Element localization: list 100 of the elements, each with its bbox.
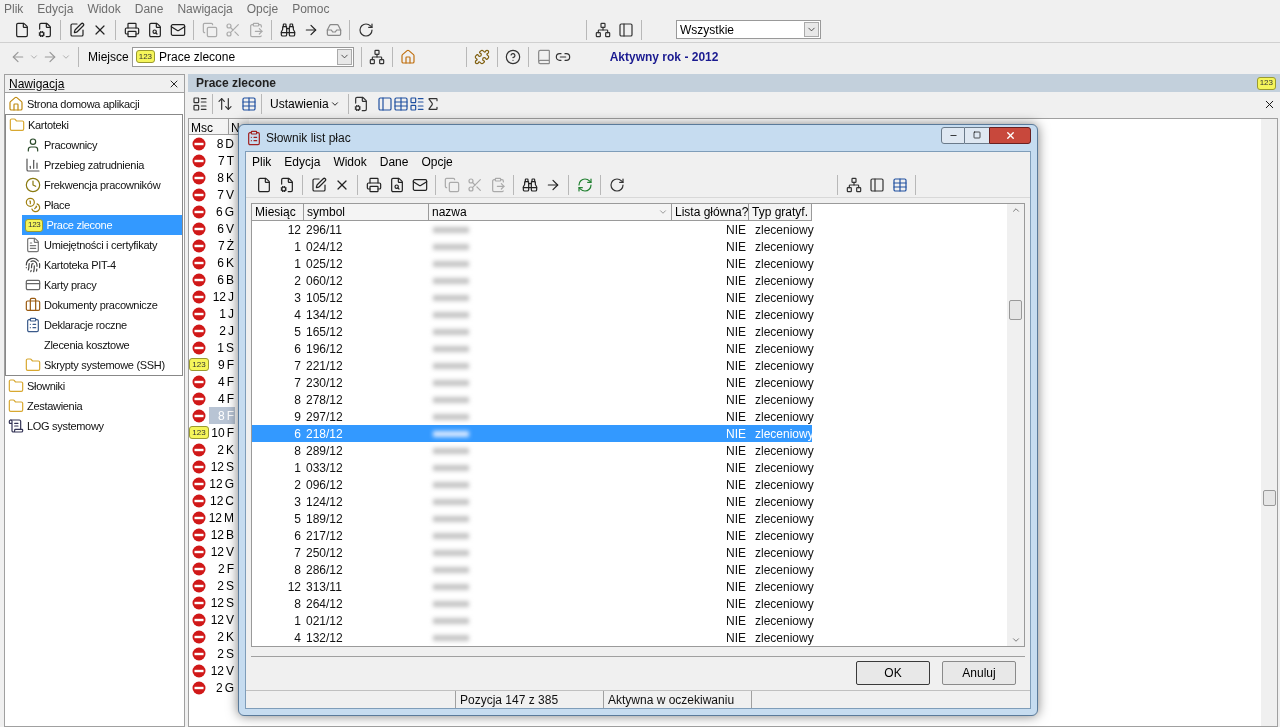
place-dropdown[interactable]: 123 Prace zlecone [131,46,354,67]
table-row[interactable]: 12 V [189,543,249,560]
nav-item[interactable]: Deklaracje roczne [22,315,182,335]
column-header[interactable]: symbol [304,204,429,221]
table-row[interactable]: 2 060/12 NIE zleceniowy [252,272,812,289]
redo-icon[interactable] [357,21,374,38]
table-row[interactable]: 1 J [189,305,249,322]
nav-item[interactable]: 123 Prace zlecone [22,215,182,235]
nav-item[interactable]: Zlecenia kosztowe [22,335,182,355]
menu-item[interactable]: Widok [333,153,367,171]
table-row[interactable]: 12 C [189,492,249,509]
table-row[interactable]: 6 B [189,271,249,288]
table-row[interactable]: 12 V [189,611,249,628]
panel-icon[interactable] [617,21,634,38]
refresh-icon[interactable] [576,176,593,193]
settings-dropdown-button[interactable]: Ustawienia [266,95,344,113]
table-row[interactable]: 5 189/12 NIE zleceniowy [252,510,812,527]
table-row[interactable]: 1 S [189,339,249,356]
mail-icon[interactable] [169,21,186,38]
menu-item[interactable]: Plik [4,0,24,18]
search-icon[interactable] [521,176,538,193]
table-icon[interactable] [241,96,257,112]
menu-item[interactable]: Widok [87,0,121,18]
edit-icon[interactable] [68,21,85,38]
menu-item[interactable]: Opcje [246,0,279,18]
nav-item[interactable]: Kartoteki [6,115,182,135]
table-row[interactable]: 8 286/12 NIE zleceniowy [252,561,812,578]
menu-item[interactable]: Nawigacja [177,0,233,18]
puzzle-icon[interactable] [473,48,490,65]
grid-icon[interactable] [392,96,409,112]
nav-item[interactable]: Dokumenty pracownicze [22,295,182,315]
mail-icon[interactable] [411,176,428,193]
nav-item[interactable]: Frekwencja pracowników [22,175,182,195]
nav-item[interactable]: Skrypty systemowe (SSH) [22,355,182,375]
search-icon[interactable] [279,21,296,38]
sort-icon[interactable] [217,96,233,112]
table-row[interactable]: 1 025/12 NIE zleceniowy [252,255,812,272]
print-preview-icon[interactable] [146,21,163,38]
table-row[interactable]: 12 V [189,662,249,679]
menu-item[interactable]: Plik [252,153,272,171]
table-row[interactable]: 8 289/12 NIE zleceniowy [252,442,812,459]
table-row[interactable]: 3 105/12 NIE zleceniowy [252,289,812,306]
table-row[interactable]: 1 024/12 NIE zleceniowy [252,238,812,255]
table-row[interactable]: 12 313/11 NIE zleceniowy [252,578,812,595]
new-file-icon[interactable] [255,176,272,193]
table-icon[interactable] [891,176,908,193]
table-row[interactable]: 2 S [189,645,249,662]
table-row[interactable]: 2 J [189,322,249,339]
table-row[interactable]: 12 296/11 NIE zleceniowy [252,221,812,238]
table-row[interactable]: 2 F [189,560,249,577]
table-row[interactable]: 12 S [189,458,249,475]
table-row[interactable]: 8 K [189,169,249,186]
panel-icon[interactable] [868,176,885,193]
redo-icon[interactable] [608,176,625,193]
column-header[interactable]: Typ gratyf. [749,204,812,221]
tree-icon[interactable] [368,48,385,65]
scrollbar-thumb[interactable] [1009,300,1022,320]
column-header[interactable]: Msc [189,119,229,134]
nav-item[interactable]: Przebieg zatrudnienia [22,155,182,175]
close-button[interactable] [989,126,1031,144]
table-row[interactable]: 123 9 F [189,356,249,373]
table-row[interactable]: 3 124/12 NIE zleceniowy [252,493,812,510]
table-row[interactable]: 6 G [189,203,249,220]
table-row[interactable]: 7 250/12 NIE zleceniowy [252,544,812,561]
table-row[interactable]: 4 F [189,373,249,390]
table-row[interactable]: 7 V [189,186,249,203]
table-row[interactable]: 8 278/12 NIE zleceniowy [252,391,812,408]
table-row[interactable]: 5 165/12 NIE zleceniowy [252,323,812,340]
table-row[interactable]: 4 F [189,390,249,407]
table-row[interactable]: 1 033/12 NIE zleceniowy [252,459,812,476]
table-row[interactable]: 7 230/12 NIE zleceniowy [252,374,812,391]
layout-icon[interactable] [192,96,208,112]
minimize-button[interactable] [941,126,965,144]
table-row[interactable]: 7 Ż [189,237,249,254]
print-icon[interactable] [123,21,140,38]
tree-icon[interactable] [594,21,611,38]
list-icon[interactable] [408,96,425,112]
filter-dropdown[interactable]: Wszystkie [676,20,821,39]
nav-item[interactable]: Kartoteka PIT-4 [22,255,182,275]
table-row[interactable]: 6 196/12 NIE zleceniowy [252,340,812,357]
print-preview-icon[interactable] [388,176,405,193]
properties-icon[interactable] [278,176,295,193]
menu-item[interactable]: Pomoc [292,0,330,18]
table-row[interactable]: 12 B [189,526,249,543]
dialog-button[interactable]: OK [856,661,930,685]
table-row[interactable]: 6 K [189,254,249,271]
nav-item[interactable]: LOG systemowy [5,416,184,436]
nav-item[interactable]: Pracownicy [22,135,182,155]
table-row[interactable]: 123 10 F [189,424,249,441]
properties-icon[interactable] [36,21,53,38]
table-row[interactable]: 4 134/12 NIE zleceniowy [252,306,812,323]
tree-icon[interactable] [845,176,862,193]
menu-item[interactable]: Edycja [284,153,321,171]
menu-item[interactable]: Dane [379,153,409,171]
panel-icon[interactable] [376,96,393,112]
help-icon[interactable] [504,48,521,65]
table-row[interactable]: 8 264/12 NIE zleceniowy [252,595,812,612]
table-row[interactable]: 12 J [189,288,249,305]
column-header[interactable]: Miesiąc [252,204,304,221]
menu-item[interactable]: Dane [134,0,164,18]
